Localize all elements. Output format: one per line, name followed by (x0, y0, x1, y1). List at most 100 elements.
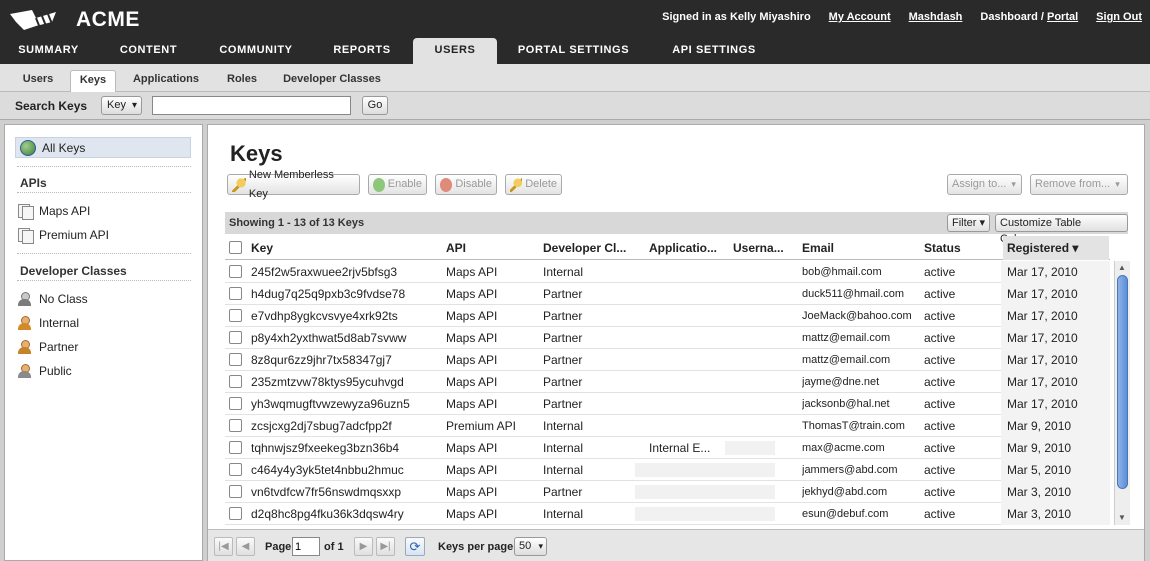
remove-from-button[interactable]: Remove from... ▾ (1030, 174, 1128, 195)
table-row[interactable]: 8z8qur6zz9jhr7tx58347gj7 Maps API Partner m… (225, 349, 1110, 371)
per-page-select[interactable]: 50 (514, 537, 547, 556)
row-checkbox[interactable] (229, 265, 242, 278)
delete-button[interactable]: Delete (505, 174, 562, 195)
select-all-checkbox[interactable] (229, 241, 242, 254)
tab-users[interactable]: USERS (413, 38, 497, 64)
api-cell: Maps API (446, 441, 498, 455)
keys-panel: Keys New Memberless Key Enable Disable D… (207, 124, 1145, 561)
developer-class-cell: Partner (543, 397, 583, 411)
tab-reports[interactable]: REPORTS (316, 38, 408, 64)
table-row[interactable]: tqhnwjsz9fxeekeg3bzn36b4 Maps API Internal… (225, 437, 1110, 459)
row-checkbox[interactable] (229, 419, 242, 432)
row-checkbox[interactable] (229, 309, 242, 322)
x-circle-icon (440, 177, 453, 192)
scroll-down-icon[interactable]: ▼ (1118, 513, 1126, 522)
sidebar-item-no-class[interactable]: No Class (17, 289, 88, 309)
sidebar-item-label: No Class (39, 292, 88, 306)
last-page-icon[interactable]: ▶| (376, 537, 395, 556)
refresh-icon[interactable]: ⟳ (405, 537, 425, 556)
email-cell: esun@debuf.com (802, 508, 889, 520)
api-cell: Maps API (446, 353, 498, 367)
sidebar-item-internal[interactable]: Internal (17, 313, 79, 333)
brand-name: ACME (76, 8, 140, 31)
search-input[interactable] (152, 96, 351, 115)
search-field-select[interactable]: Key (101, 96, 142, 115)
table-row[interactable]: d2q8hc8pg4fku36k3dqsw4ry Maps API Internal… (225, 503, 1110, 525)
portal-link[interactable]: Portal (1047, 11, 1078, 23)
status-cell: active (924, 331, 956, 345)
table-row[interactable]: c464y4y3yk5tet4nbbu2hmuc Maps API Internal… (225, 459, 1110, 481)
tab-content[interactable]: CONTENT (100, 38, 197, 64)
grid-header: Showing 1 - 13 of 13 Keys Filter ▾ Custo… (225, 212, 1128, 245)
column-developer-class[interactable]: Developer Cl... (543, 241, 641, 255)
table-scrollbar[interactable]: ▲ ▼ (1114, 261, 1130, 525)
registered-cell: Mar 3, 2010 (1007, 485, 1072, 499)
enable-button[interactable]: Enable (368, 174, 427, 195)
subtab-applications[interactable]: Applications (124, 70, 208, 92)
column-registered[interactable]: Registered ▾ (1003, 236, 1109, 260)
column-api[interactable]: API (446, 241, 526, 255)
pager: |◀ ◀ Page of 1 ▶ ▶| ⟳ Keys per page 50 (208, 529, 1144, 561)
page-count-label: of 1 (324, 541, 344, 553)
disable-button[interactable]: Disable (435, 174, 497, 195)
subtab-developer-classes[interactable]: Developer Classes (276, 70, 388, 92)
tab-api-settings[interactable]: API SETTINGS (658, 38, 770, 64)
table-row[interactable]: 245f2w5raxwuee2rjv5bfsg3 Maps API Internal… (225, 261, 1110, 283)
row-checkbox[interactable] (229, 397, 242, 410)
email-cell: jammers@abd.com (802, 464, 898, 476)
row-checkbox[interactable] (229, 463, 242, 476)
developer-class-cell: Partner (543, 309, 583, 323)
row-checkbox[interactable] (229, 507, 242, 520)
sidebar-item-label: Maps API (39, 204, 91, 218)
subtab-users[interactable]: Users (12, 70, 64, 92)
table-row[interactable]: vn6tvdfcw7fr56nswdmqsxxp Maps API Partner j… (225, 481, 1110, 503)
filter-button[interactable]: Filter ▾ (947, 214, 991, 232)
table-row[interactable]: p8y4xh2yxthwat5d8ab7svww Maps API Partner m… (225, 327, 1110, 349)
row-checkbox[interactable] (229, 375, 242, 388)
next-page-icon[interactable]: ▶ (354, 537, 373, 556)
sidebar-item-public[interactable]: Public (17, 361, 72, 381)
row-checkbox[interactable] (229, 441, 242, 454)
subtab-roles[interactable]: Roles (218, 70, 266, 92)
tab-portal-settings[interactable]: PORTAL SETTINGS (505, 38, 642, 64)
row-checkbox[interactable] (229, 353, 242, 366)
page-number-input[interactable] (292, 537, 320, 556)
table-row[interactable]: zcsjcxg2dj7sbug7adcfpp2f Premium API Inter… (225, 415, 1110, 437)
table-row[interactable]: 235zmtzvw78ktys95ycuhvgd Maps API Partner j… (225, 371, 1110, 393)
first-page-icon[interactable]: |◀ (214, 537, 233, 556)
scroll-thumb[interactable] (1117, 275, 1128, 489)
sign-out-link[interactable]: Sign Out (1096, 11, 1142, 23)
scroll-up-icon[interactable]: ▲ (1118, 263, 1126, 272)
sidebar-item-partner[interactable]: Partner (17, 337, 78, 357)
assign-to-button[interactable]: Assign to... ▾ (947, 174, 1022, 195)
tab-community[interactable]: COMMUNITY (205, 38, 307, 64)
sidebar-item-maps-api[interactable]: Maps API (17, 201, 90, 221)
my-account-link[interactable]: My Account (829, 11, 891, 23)
row-checkbox[interactable] (229, 485, 242, 498)
developer-class-cell: Internal (543, 507, 584, 521)
key-cell: 245f2w5raxwuee2rjv5bfsg3 (251, 265, 398, 279)
table-row[interactable]: h4dug7q25q9pxb3c9fvdse78 Maps API Partner d… (225, 283, 1110, 305)
api-cell: Maps API (446, 463, 498, 477)
page-title: Keys (230, 141, 283, 166)
customize-columns-button[interactable]: Customize Table Columns ▾ (995, 214, 1128, 245)
row-checkbox[interactable] (229, 287, 242, 300)
go-button[interactable]: Go (362, 96, 388, 115)
table-row[interactable]: yh3wqmugftvwzewyza96uzn5 Maps API Partner j… (225, 393, 1110, 415)
column-application[interactable]: Applicatio... (649, 241, 725, 255)
column-key[interactable]: Key (251, 241, 431, 255)
sidebar-item-premium-api[interactable]: Premium API (17, 225, 109, 245)
table-row[interactable]: e7vdhp8ygkcvsvye4xrk92ts Maps API Partner J… (225, 305, 1110, 327)
sidebar-item-all-keys[interactable]: All Keys (15, 137, 191, 158)
column-username[interactable]: Userna... (733, 241, 797, 255)
api-pages-icon (17, 203, 34, 220)
row-checkbox[interactable] (229, 331, 242, 344)
registered-cell: Mar 3, 2010 (1007, 507, 1072, 521)
prev-page-icon[interactable]: ◀ (236, 537, 255, 556)
column-status[interactable]: Status (924, 241, 994, 255)
tab-summary[interactable]: SUMMARY (0, 38, 97, 64)
subtab-keys[interactable]: Keys (70, 70, 116, 92)
new-memberless-key-button[interactable]: New Memberless Key (227, 169, 360, 200)
column-email[interactable]: Email (802, 241, 912, 255)
mashdash-link[interactable]: Mashdash (909, 11, 963, 23)
